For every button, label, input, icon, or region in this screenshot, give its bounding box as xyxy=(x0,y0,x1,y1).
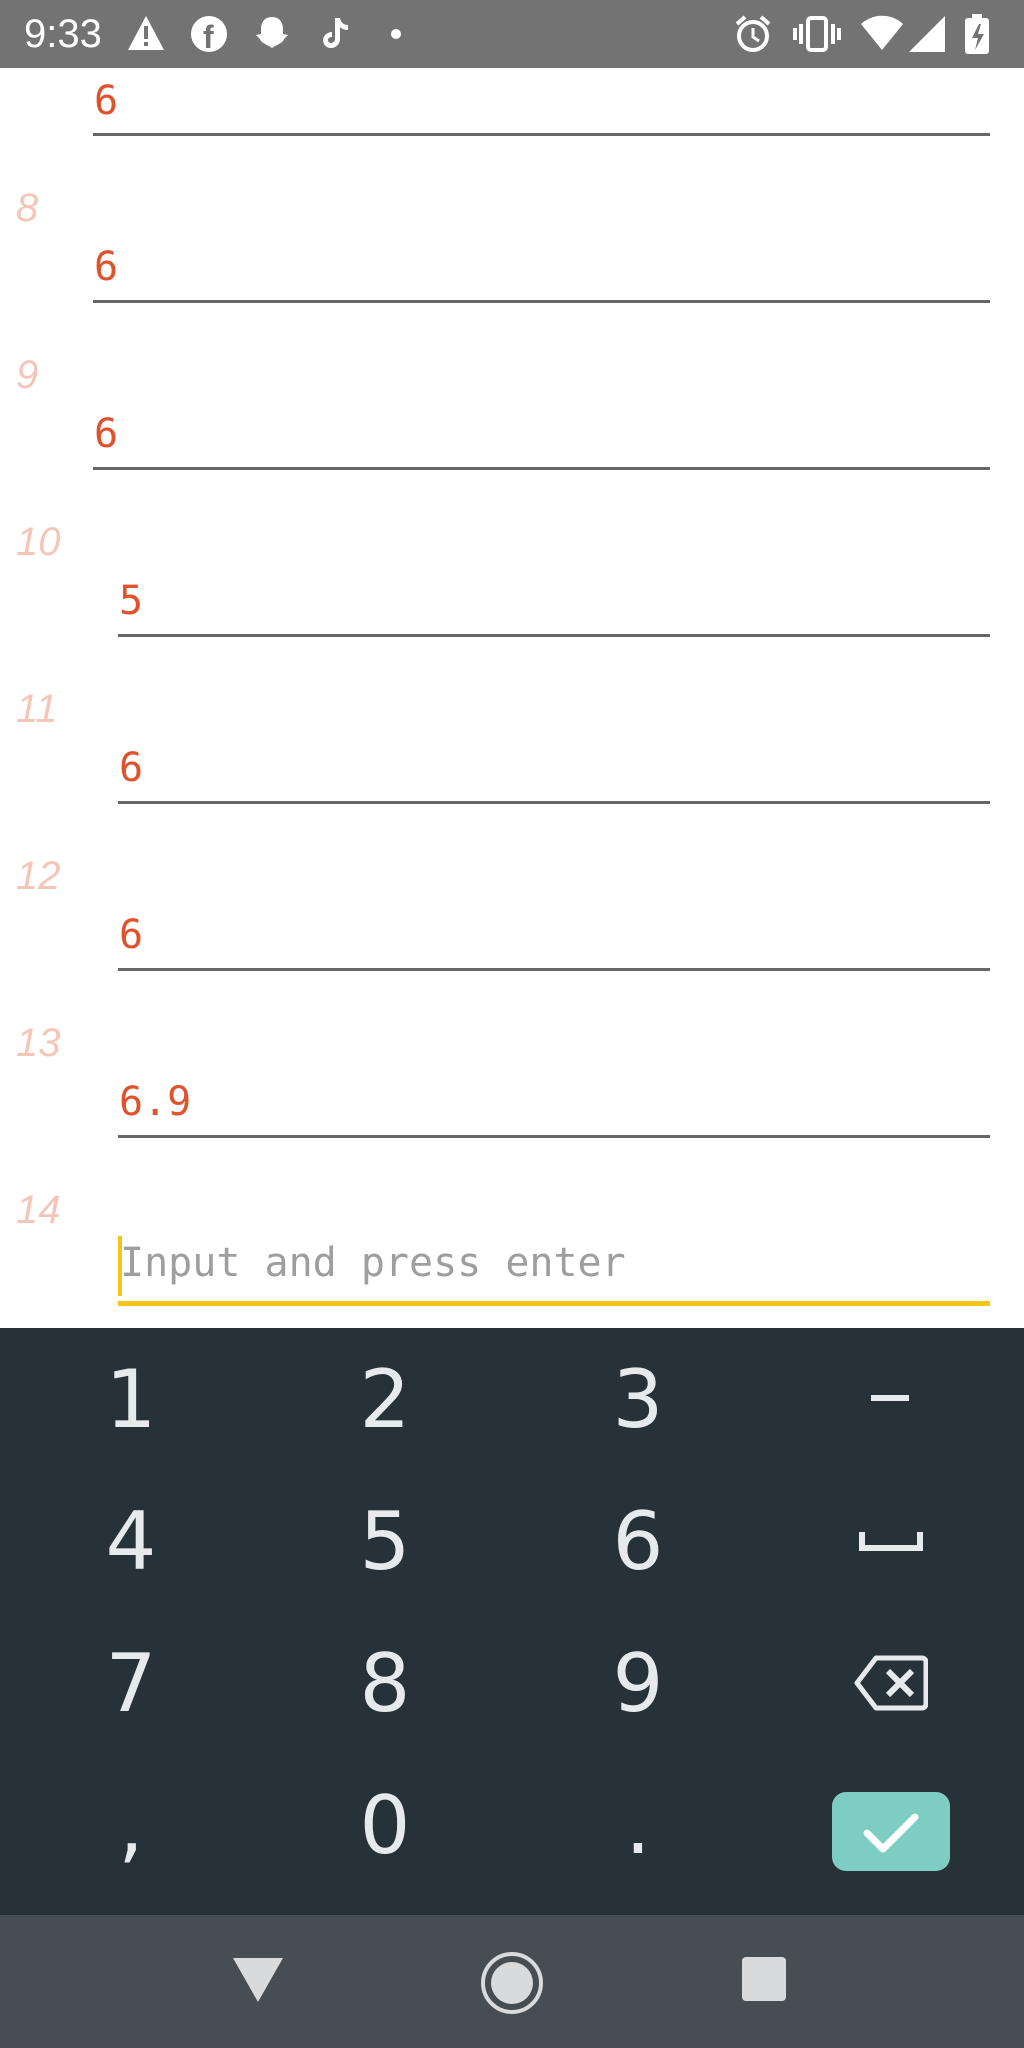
status-bar: 9:33 f xyxy=(0,0,1024,68)
key-2[interactable]: 2 xyxy=(257,1328,513,1470)
row-index: 12 xyxy=(16,854,61,898)
list-item: 8 6 xyxy=(0,168,1024,335)
row-value[interactable]: 6 xyxy=(94,411,118,457)
row-value[interactable]: 6 xyxy=(94,244,118,290)
key-1[interactable]: 1 xyxy=(3,1328,259,1470)
tiktok-icon xyxy=(323,18,348,48)
row-underline xyxy=(93,300,990,303)
key-9[interactable]: 9 xyxy=(510,1612,766,1754)
key-period[interactable]: . xyxy=(510,1754,766,1896)
key-backspace[interactable] xyxy=(763,1612,1019,1754)
list-item: 10 5 xyxy=(0,502,1024,669)
status-time: 9:33 xyxy=(24,12,102,56)
row-underline xyxy=(118,634,990,637)
warning-icon xyxy=(128,16,164,50)
signal-icon xyxy=(909,16,945,52)
key-minus[interactable] xyxy=(763,1328,1019,1470)
key-0[interactable]: 0 xyxy=(257,1754,513,1896)
minus-icon xyxy=(871,1395,909,1401)
row-index: 11 xyxy=(16,687,58,731)
facebook-icon: f xyxy=(191,16,227,54)
list-item: 12 6 xyxy=(0,836,1024,1003)
key-3[interactable]: 3 xyxy=(510,1328,766,1470)
input-underline xyxy=(118,1301,990,1306)
input-placeholder: Input and press enter xyxy=(120,1240,626,1286)
recents-icon[interactable] xyxy=(742,1957,786,2001)
key-6[interactable]: 6 xyxy=(510,1470,766,1612)
battery-charging-icon xyxy=(965,14,989,54)
check-icon xyxy=(863,1813,919,1852)
row-index: 13 xyxy=(16,1021,61,1065)
list-item: 13 6.9 xyxy=(0,1003,1024,1170)
snapchat-icon xyxy=(256,17,288,48)
row-index: 9 xyxy=(16,353,39,397)
list-item: 11 6 xyxy=(0,669,1024,836)
key-8[interactable]: 8 xyxy=(257,1612,513,1754)
row-underline xyxy=(93,467,990,470)
numeric-keypad: 1 2 3 4 5 6 7 8 9 , 0 . xyxy=(0,1328,1024,1915)
value-input[interactable]: Input and press enter xyxy=(118,1226,990,1306)
key-7[interactable]: 7 xyxy=(3,1612,259,1754)
vibrate-icon xyxy=(793,16,841,52)
row-underline xyxy=(93,133,990,136)
navigation-bar xyxy=(0,1915,1024,2048)
row-underline xyxy=(118,801,990,804)
key-5[interactable]: 5 xyxy=(257,1470,513,1612)
backspace-icon xyxy=(854,1655,928,1711)
row-value[interactable]: 6.9 xyxy=(119,1079,191,1125)
row-underline xyxy=(118,968,990,971)
row-index: 10 xyxy=(16,520,61,564)
dot-icon xyxy=(391,29,401,39)
row-index: 14 xyxy=(16,1188,61,1232)
row-underline xyxy=(118,1135,990,1138)
alarm-icon xyxy=(735,15,771,52)
key-comma[interactable]: , xyxy=(3,1754,259,1896)
row-value[interactable]: 6 xyxy=(119,912,143,958)
wifi-icon xyxy=(861,15,903,50)
row-value[interactable]: 6 xyxy=(119,745,143,791)
list-item: 9 6 xyxy=(0,335,1024,502)
back-icon[interactable] xyxy=(233,1958,283,2004)
svg-text:f: f xyxy=(203,19,214,54)
confirm-button[interactable] xyxy=(832,1792,950,1871)
home-icon[interactable] xyxy=(480,1951,544,2015)
row-value[interactable]: 5 xyxy=(119,578,143,624)
key-space[interactable] xyxy=(763,1470,1019,1612)
row-index: 8 xyxy=(16,186,39,230)
key-4[interactable]: 4 xyxy=(3,1470,259,1612)
space-icon xyxy=(859,1532,923,1551)
row-value[interactable]: 6 xyxy=(94,78,118,124)
